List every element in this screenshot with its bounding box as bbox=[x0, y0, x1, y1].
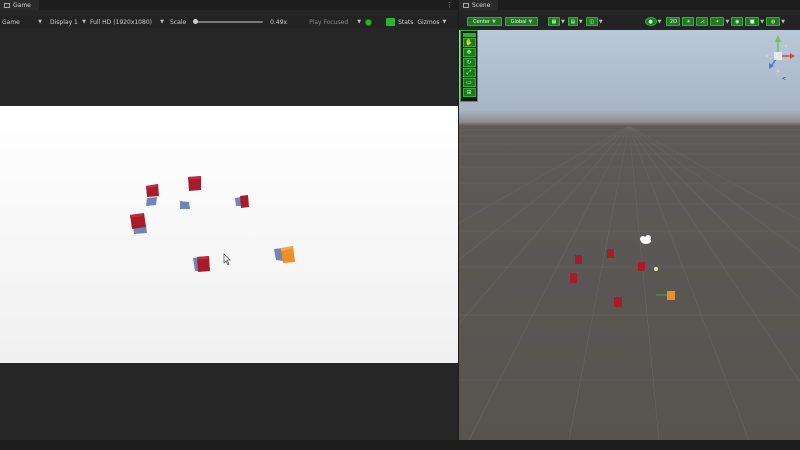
blue-block bbox=[146, 197, 157, 206]
chevron-down-icon[interactable]: ▼ bbox=[443, 19, 447, 25]
space-label: Global bbox=[510, 18, 527, 25]
chevron-down-icon: ▼ bbox=[82, 19, 86, 25]
persp-indicator[interactable]: < bbox=[782, 76, 786, 82]
chevron-down-icon: ▼ bbox=[528, 18, 533, 25]
red-cube[interactable] bbox=[575, 255, 582, 264]
hidden-objects-icon[interactable]: ◉ bbox=[731, 17, 744, 26]
scene-toolbar: Center ▼ Global ▼ ▦ ▼ ▤ ▼ ◫ ▼ ● ▼ 2D ☀ ⋌… bbox=[459, 15, 800, 28]
chevron-down-icon[interactable]: ▼ bbox=[760, 19, 764, 25]
orange-cube[interactable] bbox=[667, 291, 675, 300]
chevron-down-icon[interactable]: ▼ bbox=[561, 19, 565, 25]
palette-handle[interactable] bbox=[462, 33, 476, 37]
chevron-down-icon[interactable]: ▼ bbox=[658, 19, 662, 25]
ground-grid bbox=[459, 125, 800, 440]
scene-tool-palette: ✋ ✥ ↻ ⤢ ▭ ⊞ bbox=[460, 30, 478, 102]
scene-panel: Scene Center ▼ Global ▼ ▦ ▼ ▤ ▼ ◫ ▼ ● ▼ … bbox=[459, 0, 800, 440]
stats-button[interactable]: Stats bbox=[398, 19, 413, 26]
orange-cube bbox=[281, 246, 295, 263]
scale-value: 0.49x bbox=[270, 18, 288, 26]
hand-tool-icon[interactable]: ✋ bbox=[462, 38, 476, 47]
red-cube bbox=[197, 256, 210, 272]
red-cube bbox=[240, 195, 249, 208]
scene-render bbox=[459, 125, 800, 440]
global-space-button[interactable]: Global ▼ bbox=[505, 17, 538, 26]
view-mode-label: Game bbox=[2, 18, 20, 26]
game-tab-icon bbox=[4, 2, 10, 8]
game-viewport[interactable] bbox=[0, 106, 458, 363]
view-mode-dropdown[interactable]: Game ▼ bbox=[2, 19, 42, 26]
display-label: Display 1 bbox=[50, 18, 78, 26]
scale-label: Scale bbox=[170, 18, 187, 26]
blue-block bbox=[180, 201, 190, 209]
snap-icon[interactable]: ▤ bbox=[567, 17, 578, 26]
red-cube[interactable] bbox=[614, 297, 622, 307]
mouse-cursor-icon bbox=[223, 253, 231, 266]
play-mode-label: Play Focused bbox=[309, 18, 349, 26]
scale-control[interactable]: Scale 0.49x bbox=[170, 19, 287, 26]
chevron-down-icon: ▼ bbox=[160, 19, 164, 25]
resolution-dropdown[interactable]: Full HD (1920x1080) ▼ bbox=[90, 19, 164, 26]
game-toolbar: Game ▼ Display 1 ▼ Full HD (1920x1080) ▼… bbox=[0, 16, 458, 28]
toggle-button-icon[interactable] bbox=[386, 18, 396, 26]
scene-tab-bar: Scene bbox=[459, 0, 800, 10]
tab-scene[interactable]: Scene bbox=[459, 0, 499, 10]
red-cube[interactable] bbox=[607, 249, 614, 258]
lighting-icon[interactable]: ☀ bbox=[682, 17, 695, 26]
red-cube bbox=[130, 213, 146, 229]
cloud-gizmo-icon[interactable] bbox=[640, 235, 651, 244]
scale-tool-icon[interactable]: ⤢ bbox=[462, 68, 476, 77]
red-cube[interactable] bbox=[570, 273, 577, 283]
red-cube bbox=[146, 184, 159, 197]
mute-audio-icon[interactable] bbox=[365, 18, 373, 26]
rect-tool-icon[interactable]: ▭ bbox=[462, 78, 476, 87]
chevron-down-icon: ▼ bbox=[491, 18, 496, 25]
scene-viewport[interactable]: ✋ ✥ ↻ ⤢ ▭ ⊞ < bbox=[459, 30, 800, 440]
unity-editor: Game ⋮ Game ▼ Display 1 ▼ Full HD (1920x… bbox=[0, 0, 800, 450]
game-tab-menu-icon[interactable]: ⋮ bbox=[446, 0, 453, 10]
display-dropdown[interactable]: Display 1 ▼ bbox=[50, 19, 86, 26]
rotate-tool-icon[interactable]: ↻ bbox=[462, 58, 476, 67]
gizmos-button[interactable]: Gizmos bbox=[417, 19, 439, 26]
light-gizmo-icon[interactable] bbox=[654, 267, 658, 271]
tab-game[interactable]: Game bbox=[0, 0, 39, 10]
gizmos-toggle-icon[interactable]: ◍ bbox=[766, 17, 781, 26]
game-scene-render bbox=[130, 176, 295, 272]
scale-slider-thumb[interactable] bbox=[193, 19, 199, 24]
2d-mode-button[interactable]: 2D bbox=[666, 17, 681, 26]
scale-slider[interactable] bbox=[193, 19, 264, 24]
resolution-label: Full HD (1920x1080) bbox=[90, 18, 152, 26]
play-mode-dropdown[interactable]: Play Focused ▼ bbox=[309, 19, 361, 26]
red-cube[interactable] bbox=[638, 262, 645, 271]
chevron-down-icon[interactable]: ▼ bbox=[579, 19, 583, 25]
chevron-down-icon[interactable]: ▼ bbox=[599, 19, 603, 25]
red-cube bbox=[188, 176, 201, 191]
scene-tab-icon bbox=[463, 2, 469, 8]
status-strip bbox=[0, 440, 800, 450]
pivot-label: Center bbox=[473, 18, 490, 25]
scene-tab-label: Scene bbox=[472, 1, 491, 9]
grid-icon[interactable]: ▦ bbox=[548, 17, 560, 26]
pivot-center-button[interactable]: Center ▼ bbox=[467, 17, 502, 26]
audio-icon[interactable]: ⋌ bbox=[696, 17, 709, 26]
game-panel: Game ⋮ Game ▼ Display 1 ▼ Full HD (1920x… bbox=[0, 0, 458, 440]
transform-tool-icon[interactable]: ⊞ bbox=[462, 88, 476, 97]
camera-icon[interactable]: ■ bbox=[745, 17, 760, 26]
game-tab-bar: Game ⋮ bbox=[0, 0, 458, 10]
chevron-down-icon: ▼ bbox=[357, 19, 362, 25]
chevron-down-icon[interactable]: ▼ bbox=[725, 19, 729, 25]
chevron-down-icon: ▼ bbox=[38, 19, 42, 25]
increment-snap-icon[interactable]: ◫ bbox=[585, 17, 598, 26]
shading-mode-icon[interactable]: ● bbox=[644, 17, 657, 26]
game-tab-label: Game bbox=[13, 1, 31, 9]
move-tool-icon[interactable]: ✥ bbox=[462, 48, 476, 57]
effects-icon[interactable]: ✦ bbox=[710, 17, 725, 26]
orientation-gizmo[interactable] bbox=[761, 32, 795, 82]
chevron-down-icon[interactable]: ▼ bbox=[781, 19, 785, 25]
axis-gizmo-icon bbox=[765, 35, 795, 73]
